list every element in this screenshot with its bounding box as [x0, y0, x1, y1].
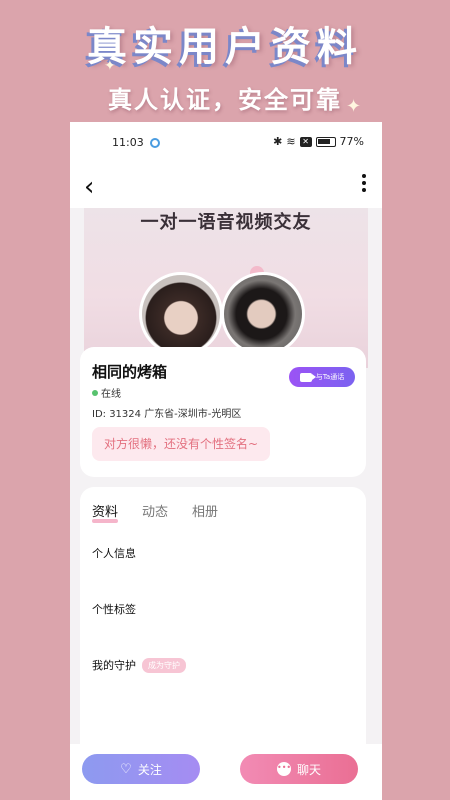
- follow-label: 关注: [137, 762, 162, 777]
- battery-icon: [315, 136, 336, 147]
- online-status: 在线: [92, 385, 121, 400]
- nickname: 相同的烤箱: [92, 363, 168, 381]
- back-icon[interactable]: ‹: [84, 172, 94, 202]
- status-icons: ✱ ≋ ✕ 77%: [273, 135, 364, 148]
- nav-bar: ‹: [70, 164, 382, 208]
- x-icon: ✕: [299, 136, 312, 147]
- battery-level: 77%: [339, 135, 364, 148]
- promo-title: 真实用户资料: [87, 23, 363, 70]
- tab-profile[interactable]: 资料: [92, 501, 119, 523]
- follow-button[interactable]: ♡ 关注: [82, 754, 200, 784]
- notification-icon: [150, 138, 160, 148]
- online-label: 在线: [101, 389, 121, 400]
- avatar[interactable]: [221, 272, 305, 356]
- tab-album[interactable]: 相册: [192, 501, 218, 520]
- sparkle-icon: ✦: [346, 96, 362, 117]
- become-guard-button[interactable]: 成为守护: [142, 657, 186, 673]
- tags-heading: 个性标签: [92, 603, 136, 616]
- signature: 对方很懒，还没有个性签名~: [92, 427, 271, 461]
- bluetooth-icon: ✱: [273, 135, 283, 148]
- profile-banner: 一对一语音视频交友: [84, 208, 368, 368]
- video-camera-icon: [299, 372, 316, 382]
- profile-card: 相同的烤箱 在线 ID: 31324 广东省-深圳市-光明区 与Ta通话 对方很…: [80, 347, 366, 477]
- chat-label: 聊天: [296, 762, 321, 777]
- guard-heading: 我的守护: [92, 659, 136, 672]
- status-bar: 11:03 ✱ ≋ ✕ 77%: [70, 122, 382, 164]
- id-location: ID: 31324 广东省-深圳市-光明区: [92, 409, 242, 420]
- banner-title: 一对一语音视频交友: [140, 212, 312, 233]
- bottom-bar: ♡ 关注 ••• 聊天: [70, 744, 382, 800]
- promo-subtitle: 真人认证，安全可靠: [108, 86, 342, 114]
- status-time: 11:03: [112, 136, 144, 149]
- phone-screen: 11:03 ✱ ≋ ✕ 77% ‹ 一对一语音视频交友 相同的烤箱 在线 ID:…: [70, 122, 382, 800]
- personal-info-heading: 个人信息: [92, 547, 136, 560]
- heart-icon: ♡: [120, 761, 132, 777]
- online-dot-icon: [92, 389, 98, 396]
- chat-button[interactable]: ••• 聊天: [240, 754, 358, 784]
- avatar[interactable]: [139, 272, 223, 356]
- wifi-icon: ≋: [286, 135, 296, 148]
- tab-bar: 资料 动态 相册: [92, 501, 218, 523]
- call-button[interactable]: 与Ta通话: [289, 367, 355, 387]
- guard-row: 我的守护 成为守护: [92, 657, 186, 673]
- sparkle-icon: ✦: [104, 58, 116, 74]
- tab-moments[interactable]: 动态: [142, 501, 168, 520]
- call-label: 与Ta通话: [315, 373, 345, 381]
- more-icon[interactable]: [362, 174, 366, 192]
- chat-bubble-icon: •••: [276, 762, 291, 776]
